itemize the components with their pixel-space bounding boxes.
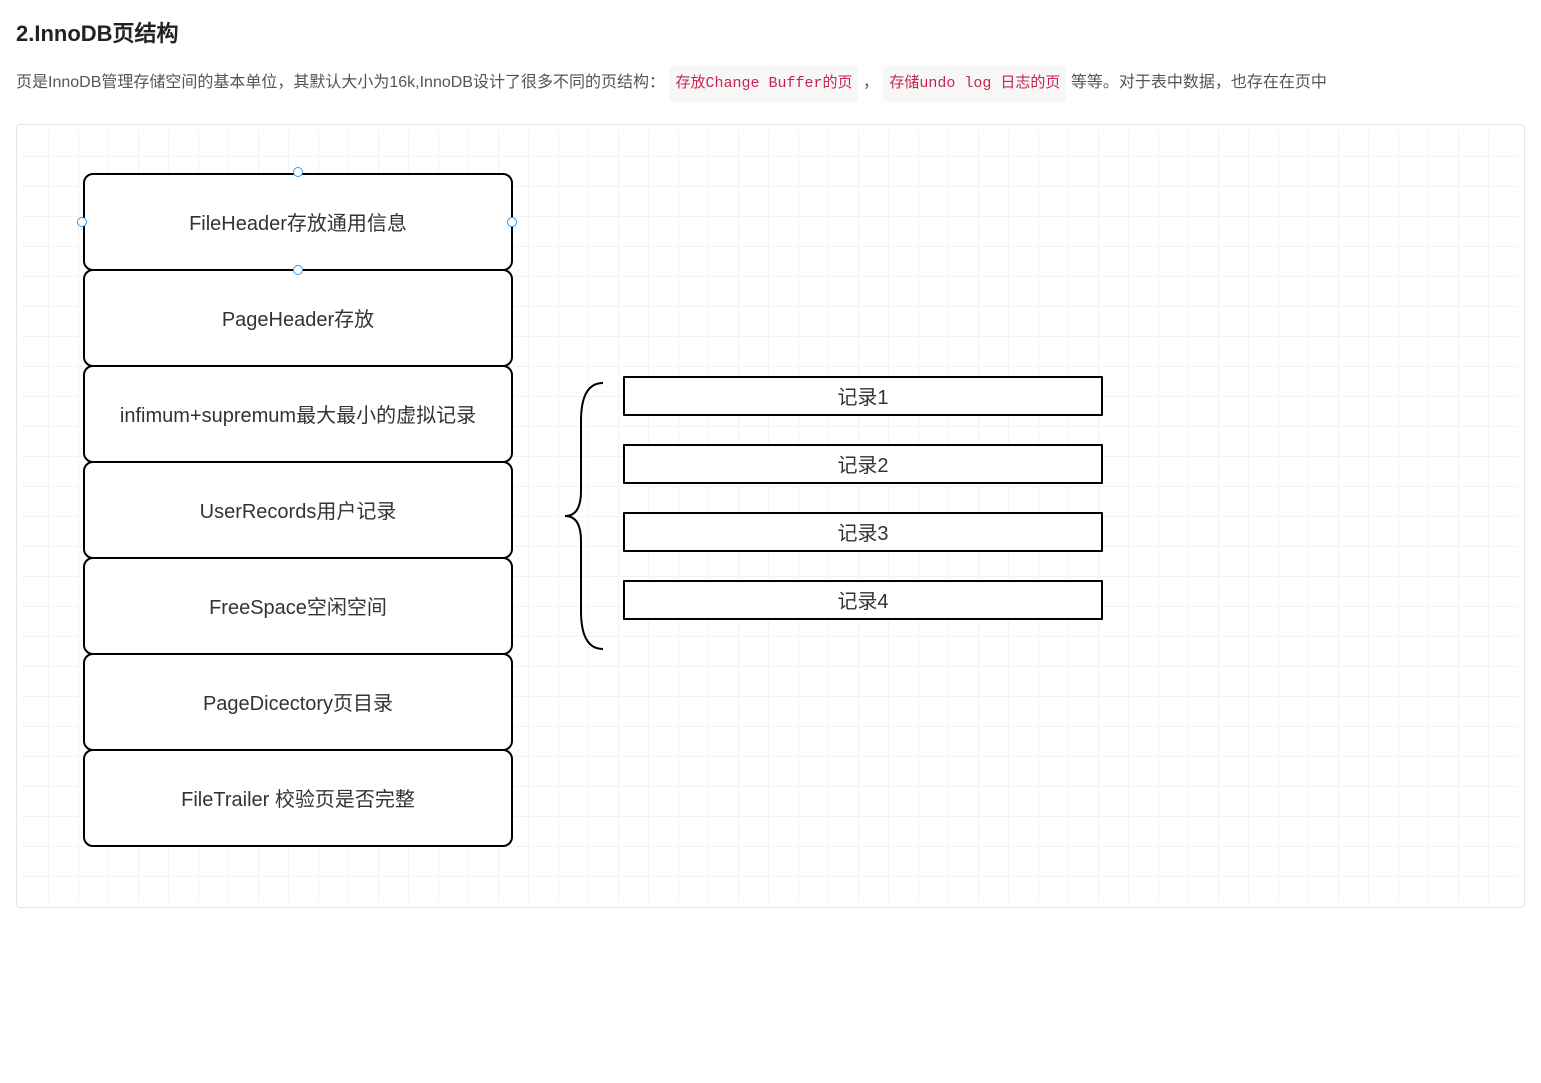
code-chip-undo-log: 存储undo log 日志的页 [883,66,1066,102]
page-box-fileheader[interactable]: FileHeader存放通用信息 [83,173,513,271]
record-box[interactable]: 记录2 [623,444,1103,484]
page-box-infimum[interactable]: infimum+supremum最大最小的虚拟记录 [83,365,513,463]
page-box-userrecords[interactable]: UserRecords用户记录 [83,461,513,559]
record-box[interactable]: 记录3 [623,512,1103,552]
desc-sep: ， [863,74,879,91]
page-box-pagedir[interactable]: PageDicectory页目录 [83,653,513,751]
record-label: 记录3 [837,517,888,546]
diagram-container: FileHeader存放通用信息 PageHeader存放 infimum+su… [16,124,1525,908]
record-box[interactable]: 记录1 [623,376,1103,416]
brace-icon [563,381,609,651]
selection-handle-icon[interactable] [293,265,303,275]
page-box-label: infimum+supremum最大最小的虚拟记录 [120,399,476,428]
page-box-label: FreeSpace空闲空间 [209,591,387,620]
diagram-canvas[interactable]: FileHeader存放通用信息 PageHeader存放 infimum+su… [23,131,1518,901]
page-box-label: FileTrailer 校验页是否完整 [181,783,415,812]
record-label: 记录4 [837,585,888,614]
page-box-freespace[interactable]: FreeSpace空闲空间 [83,557,513,655]
page-box-filetrailer[interactable]: FileTrailer 校验页是否完整 [83,749,513,847]
records-list: 记录1 记录2 记录3 记录4 [623,376,1103,648]
section-description: 页是InnoDB管理存储空间的基本单位，其默认大小为16k,InnoDB设计了很… [16,66,1525,102]
page-box-label: FileHeader存放通用信息 [189,207,407,236]
selection-handle-icon[interactable] [77,217,87,227]
section-heading: 2.InnoDB页结构 [16,16,1525,48]
page-structure-stack: FileHeader存放通用信息 PageHeader存放 infimum+su… [83,173,513,847]
desc-text-tail: 等等。对于表中数据，也存在在页中 [1071,74,1327,91]
desc-text: 页是InnoDB管理存储空间的基本单位，其默认大小为16k,InnoDB设计了很… [16,74,665,91]
selection-handle-icon[interactable] [507,217,517,227]
record-label: 记录1 [837,381,888,410]
page-box-label: PageDicectory页目录 [203,687,393,716]
page-box-label: PageHeader存放 [222,303,374,332]
record-label: 记录2 [837,449,888,478]
record-box[interactable]: 记录4 [623,580,1103,620]
page-box-label: UserRecords用户记录 [200,495,397,524]
page-box-pageheader[interactable]: PageHeader存放 [83,269,513,367]
code-chip-change-buffer: 存放Change Buffer的页 [669,66,858,102]
selection-handle-icon[interactable] [293,167,303,177]
